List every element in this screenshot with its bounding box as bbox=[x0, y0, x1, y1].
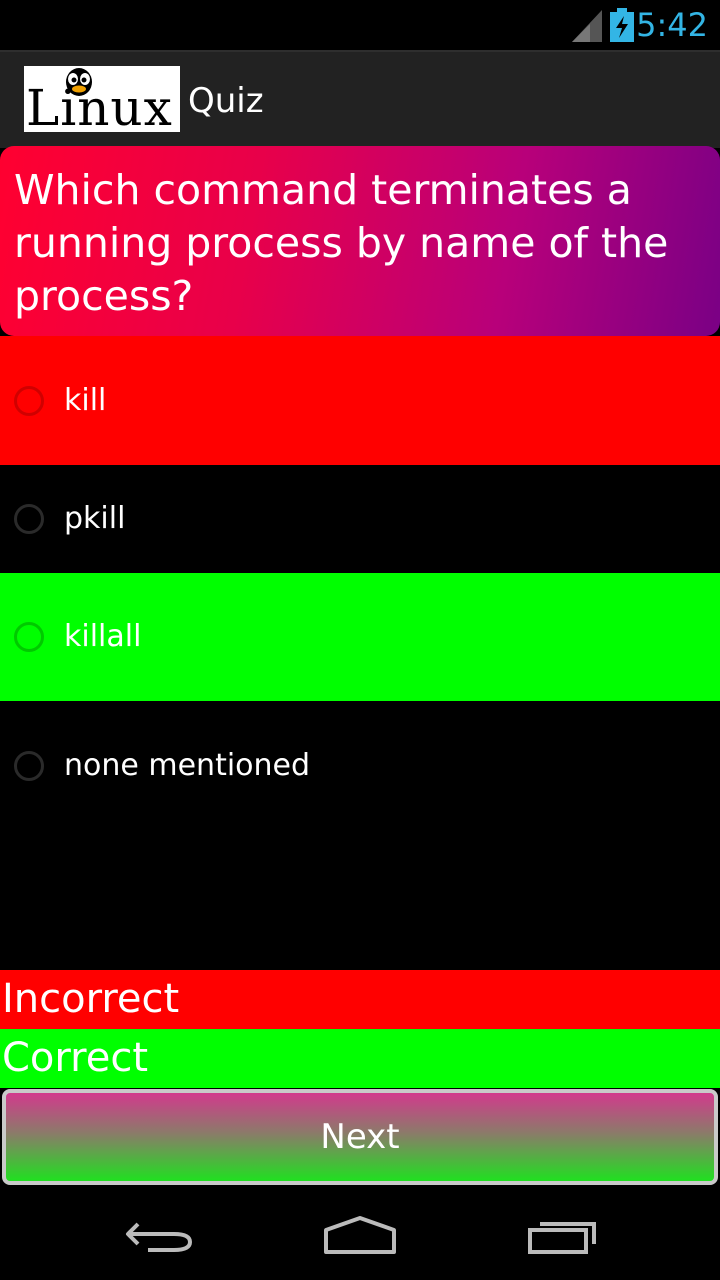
option-label: kill bbox=[64, 383, 107, 418]
correct-label: Correct bbox=[0, 1029, 720, 1088]
option-label: pkill bbox=[64, 501, 126, 536]
penguin-icon bbox=[66, 68, 92, 96]
radio-button[interactable] bbox=[14, 386, 44, 416]
navigation-bar bbox=[0, 1190, 720, 1280]
option-item-pkill[interactable]: pkill bbox=[0, 465, 720, 573]
question-text: Which command terminates a running proce… bbox=[14, 166, 669, 320]
option-item-kill[interactable]: kill bbox=[0, 336, 720, 465]
radio-button[interactable] bbox=[14, 622, 44, 652]
option-label: none mentioned bbox=[64, 748, 311, 783]
action-bar: Linux Quiz bbox=[0, 50, 720, 148]
radio-button[interactable] bbox=[14, 504, 44, 534]
back-icon[interactable] bbox=[124, 1214, 196, 1258]
option-item-none-mentioned[interactable]: none mentioned bbox=[0, 701, 720, 831]
option-label: killall bbox=[64, 619, 142, 654]
app-title: Quiz bbox=[188, 81, 264, 121]
home-icon[interactable] bbox=[322, 1214, 398, 1258]
next-button[interactable]: Next bbox=[2, 1089, 718, 1185]
status-bar: 5:42 bbox=[0, 0, 720, 50]
battery-charging-icon bbox=[610, 8, 634, 42]
recents-icon[interactable] bbox=[526, 1214, 598, 1258]
app-logo: Linux bbox=[24, 66, 180, 132]
incorrect-label: Incorrect bbox=[0, 970, 720, 1029]
question-card: Which command terminates a running proce… bbox=[0, 146, 720, 336]
option-item-killall[interactable]: killall bbox=[0, 573, 720, 701]
radio-button[interactable] bbox=[14, 751, 44, 781]
signal-icon bbox=[572, 10, 602, 42]
status-time: 5:42 bbox=[636, 6, 708, 44]
quiz-screen: 5:42 Linux Quiz Which command terminates… bbox=[0, 0, 720, 1280]
